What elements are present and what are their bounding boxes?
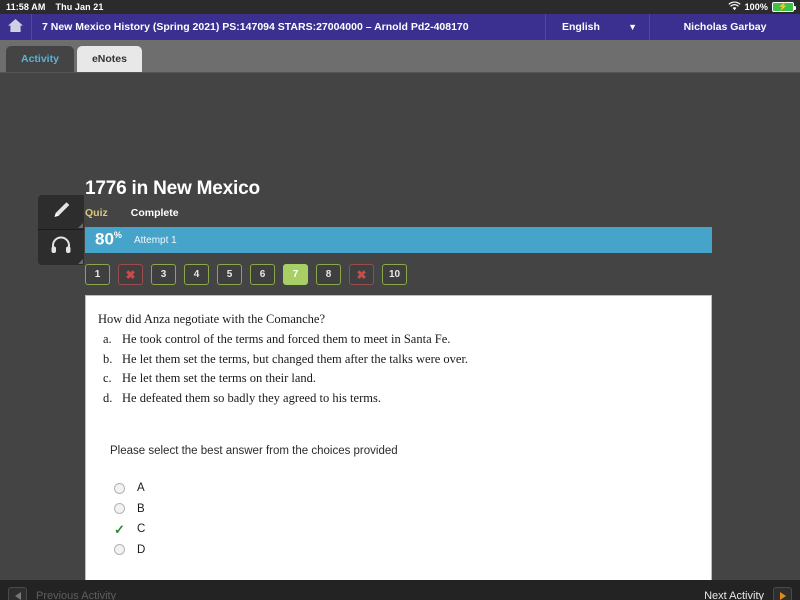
status-time: 11:58 AM (6, 2, 46, 12)
annotate-tool[interactable] (38, 195, 84, 230)
question-body: How did Anza negotiate with the Comanche… (86, 296, 711, 560)
choice-letter: b. (98, 350, 122, 369)
pager-item-label: 1 (95, 269, 101, 280)
battery-charging-icon: ⚡ (772, 2, 794, 12)
question-instruction: Please select the best answer from the c… (98, 445, 695, 457)
activity-state: Complete (131, 207, 179, 219)
bottom-navigation: Previous Activity Next Activity (0, 580, 800, 600)
tab-activity-label: Activity (21, 53, 59, 65)
pager-item-1[interactable]: 1 (85, 264, 110, 285)
pager-item-10[interactable]: 10 (382, 264, 407, 285)
radio-icon[interactable] (114, 503, 125, 514)
answer-label: C (137, 523, 145, 535)
language-selector[interactable]: English ▼ (546, 14, 650, 40)
tab-activity[interactable]: Activity (6, 46, 74, 72)
user-menu[interactable]: Nicholas Garbay (650, 14, 800, 40)
question-choice-a: a. He took control of the terms and forc… (98, 330, 695, 349)
score-number: 80 (95, 230, 114, 249)
choice-letter: a. (98, 330, 122, 349)
headphones-icon (49, 235, 73, 260)
radio-icon[interactable] (114, 483, 125, 494)
pager-item-7[interactable]: 7 (283, 264, 308, 285)
user-name: Nicholas Garbay (684, 21, 767, 33)
answer-option-d[interactable]: D (114, 539, 695, 560)
score-bar: 80% Attempt 1 (85, 227, 712, 253)
tab-enotes[interactable]: eNotes (77, 46, 142, 72)
answer-option-c[interactable]: ✓ C (114, 519, 695, 540)
activity-meta: Quiz Complete (85, 207, 712, 219)
pager-item-2[interactable]: ✖ (118, 264, 143, 285)
home-icon (7, 18, 24, 36)
radio-icon[interactable] (114, 544, 125, 555)
pager-item-5[interactable]: 5 (217, 264, 242, 285)
pager-item-label: 4 (194, 269, 200, 280)
previous-activity-button: Previous Activity (8, 587, 116, 600)
pager-item-label: 3 (161, 269, 167, 280)
pager-item-6[interactable]: 6 (250, 264, 275, 285)
pager-item-label: 8 (326, 269, 332, 280)
triangle-right-icon[interactable] (773, 587, 792, 600)
check-icon: ✓ (114, 524, 125, 535)
wifi-icon (728, 1, 741, 13)
question-choice-c: c. He let them set the terms on their la… (98, 369, 695, 388)
activity-content: 1776 in New Mexico Quiz Complete 80% Att… (85, 73, 712, 600)
question-text: How did Anza negotiate with the Comanche… (98, 310, 695, 408)
score-value: 80% (95, 230, 122, 249)
question-panel: How did Anza negotiate with the Comanche… (85, 295, 712, 600)
pager-item-label: ✖ (125, 268, 135, 282)
choice-letter: c. (98, 369, 122, 388)
pager-item-8[interactable]: 8 (316, 264, 341, 285)
score-percent-sign: % (114, 230, 122, 240)
choice-letter: d. (98, 389, 122, 408)
pen-highlighter-icon (50, 200, 72, 225)
answer-label: A (137, 482, 145, 494)
attempt-label: Attempt 1 (134, 235, 177, 246)
battery-percent: 100% (745, 2, 768, 12)
app-bar: 7 New Mexico History (Spring 2021) PS:14… (0, 14, 800, 40)
answer-label: B (137, 503, 145, 515)
question-choice-b: b. He let them set the terms, but change… (98, 350, 695, 369)
choice-text: He defeated them so badly they agreed to… (122, 389, 381, 408)
next-activity-button[interactable]: Next Activity (704, 587, 792, 600)
pager-item-label: 10 (389, 269, 400, 280)
answer-label: D (137, 544, 145, 556)
triangle-left-icon (8, 587, 27, 600)
next-activity-label: Next Activity (704, 590, 764, 600)
question-pager: 1 ✖ 3 4 5 6 7 8 ✖ 10 (85, 264, 712, 285)
language-label: English (562, 21, 600, 33)
activity-title: 1776 in New Mexico (85, 178, 712, 200)
answer-option-b[interactable]: B (114, 498, 695, 519)
question-choice-d: d. He defeated them so badly they agreed… (98, 389, 695, 408)
choice-text: He took control of the terms and forced … (122, 330, 450, 349)
choice-text: He let them set the terms, but changed t… (122, 350, 468, 369)
question-stem: How did Anza negotiate with the Comanche… (98, 310, 695, 329)
tool-rail (38, 195, 84, 265)
choice-text: He let them set the terms on their land. (122, 369, 316, 388)
tab-bar: Activity eNotes (0, 40, 800, 73)
previous-activity-label: Previous Activity (36, 590, 116, 600)
audio-tool[interactable] (38, 230, 84, 265)
pager-item-label: 6 (260, 269, 266, 280)
pager-item-3[interactable]: 3 (151, 264, 176, 285)
pager-item-label: 7 (293, 269, 299, 280)
activity-stage: 1776 in New Mexico Quiz Complete 80% Att… (0, 73, 800, 600)
pager-item-label: ✖ (356, 268, 366, 282)
chevron-down-icon: ▼ (628, 22, 637, 32)
ios-status-bar: 11:58 AM Thu Jan 21 100% ⚡ (0, 0, 800, 14)
course-title-text: 7 New Mexico History (Spring 2021) PS:14… (42, 21, 469, 33)
answer-option-a[interactable]: A (114, 478, 695, 499)
pager-item-label: 5 (227, 269, 233, 280)
answer-options: A B ✓ C D (98, 478, 695, 560)
course-title: 7 New Mexico History (Spring 2021) PS:14… (32, 14, 546, 40)
status-indicators: 100% ⚡ (728, 1, 794, 13)
pager-item-9[interactable]: ✖ (349, 264, 374, 285)
activity-type: Quiz (85, 207, 108, 219)
home-button[interactable] (0, 14, 32, 40)
status-date: Thu Jan 21 (56, 2, 104, 12)
tab-enotes-label: eNotes (92, 53, 127, 65)
pager-item-4[interactable]: 4 (184, 264, 209, 285)
